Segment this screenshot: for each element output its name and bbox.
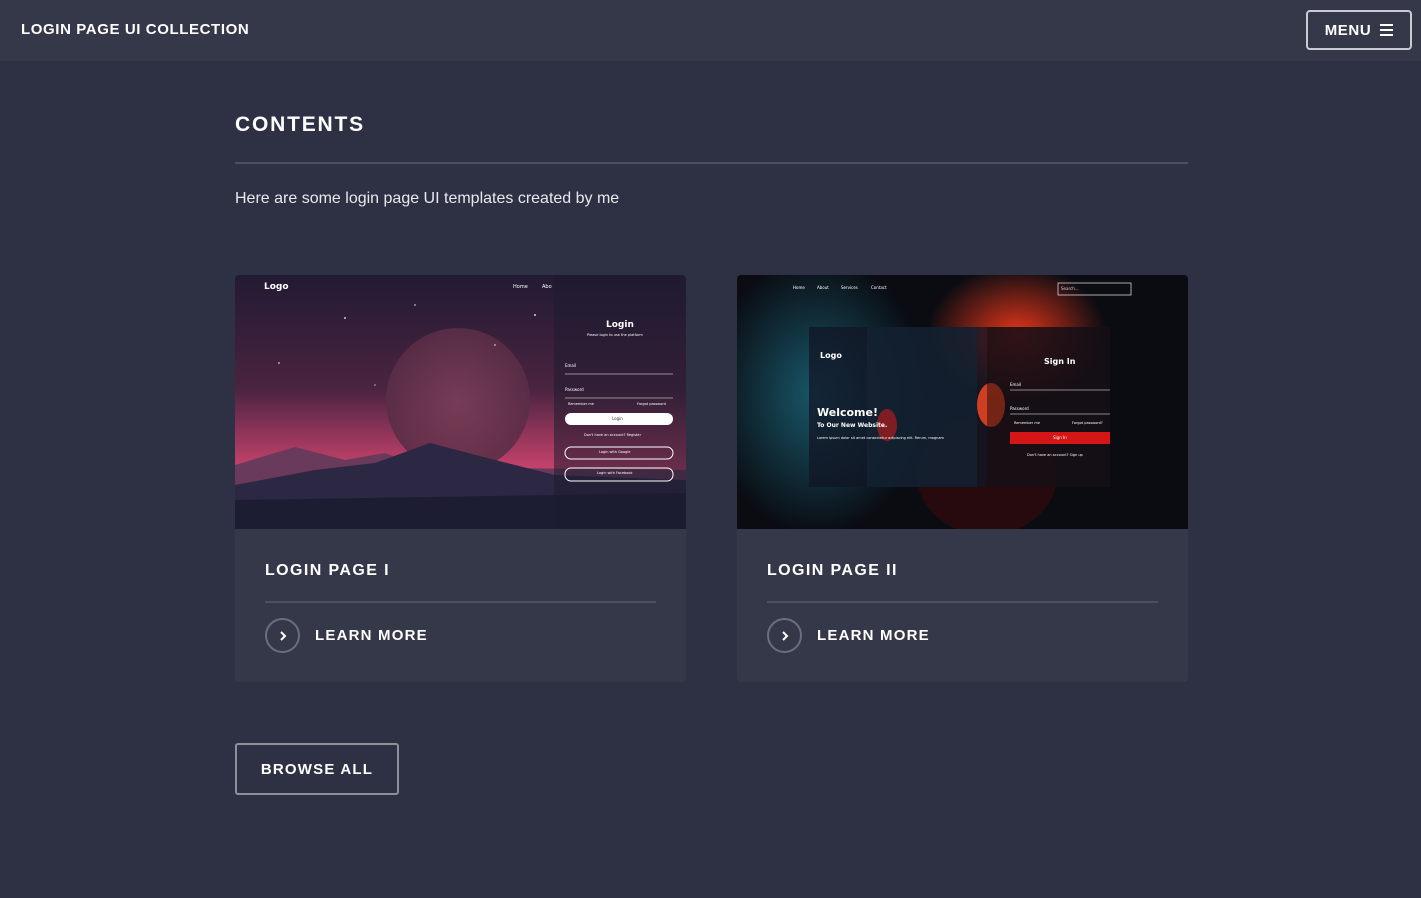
learn-more-label: LEARN MORE — [315, 627, 428, 644]
chevron-right-icon — [265, 618, 300, 653]
card-thumbnail[interactable]: Logo Home Abo Login Please login to use … — [235, 275, 686, 529]
section-divider — [235, 162, 1188, 164]
hamburger-icon — [1380, 24, 1394, 36]
learn-more-link[interactable]: LEARN MORE — [265, 618, 428, 653]
preview-body: Lorem ipsum dolor sit amet consectetur a… — [817, 436, 944, 440]
browse-all-button[interactable]: BROWSE ALL — [235, 743, 399, 795]
card-title[interactable]: LOGIN PAGE II — [767, 562, 898, 580]
site-title[interactable]: LOGIN PAGE UI COLLECTION — [21, 21, 249, 38]
preview-forgot: Forgot password — [637, 402, 666, 406]
card-divider — [265, 601, 656, 603]
chevron-right-icon — [767, 618, 802, 653]
preview-form-subtitle: Please login to use the platform — [587, 333, 643, 337]
preview-password-label: Password — [565, 387, 584, 392]
login-page-1-preview-image — [235, 275, 686, 529]
card-login-page-2: Home About Services Contact Search... Lo… — [737, 275, 1188, 682]
preview-form-title: Login — [606, 320, 634, 330]
top-navbar: LOGIN PAGE UI COLLECTION MENU — [0, 0, 1421, 61]
preview-submit: Sign In — [1053, 435, 1067, 440]
learn-more-link[interactable]: LEARN MORE — [767, 618, 930, 653]
preview-email-label: Email — [565, 363, 577, 368]
menu-button[interactable]: MENU — [1306, 10, 1412, 50]
card-divider — [767, 601, 1158, 603]
preview-welcome: Welcome! — [817, 406, 878, 419]
preview-remember: Remember me — [568, 402, 594, 406]
section-title: CONTENTS — [235, 113, 365, 136]
preview-remember: Remember me — [1014, 421, 1040, 425]
preview-form-title: Sign In — [1044, 357, 1076, 366]
preview-email-label: Email — [1010, 382, 1022, 387]
preview-logo: Logo — [820, 351, 842, 360]
preview-submit: Login — [612, 416, 623, 421]
preview-search: Search... — [1061, 286, 1079, 291]
preview-nav-home: Home — [793, 285, 805, 290]
preview-signup-prompt: Don't have an account? Register — [584, 433, 642, 437]
preview-signup-prompt: Don't have an account? Sign up — [1027, 453, 1083, 457]
preview-facebook: Login with Facebook — [597, 471, 633, 475]
menu-label: MENU — [1324, 21, 1372, 39]
preview-google: Login with Google — [599, 450, 631, 454]
card-title[interactable]: LOGIN PAGE I — [265, 562, 390, 580]
preview-password-label: Password — [1010, 406, 1029, 411]
login-page-2-preview-image — [737, 275, 1188, 529]
preview-nav-services: Services — [841, 285, 858, 290]
preview-logo: Logo — [264, 282, 289, 292]
preview-nav-about: Abo — [542, 284, 552, 290]
preview-nav-about: About — [817, 285, 829, 290]
learn-more-label: LEARN MORE — [817, 627, 930, 644]
intro-text: Here are some login page UI templates cr… — [235, 190, 620, 207]
preview-nav-home: Home — [513, 284, 528, 290]
preview-nav-contact: Contact — [871, 285, 887, 290]
card-login-page-1: Logo Home Abo Login Please login to use … — [235, 275, 686, 682]
preview-welcome-sub: To Our New Website. — [817, 422, 888, 429]
preview-forgot: Forgot password? — [1072, 421, 1103, 425]
card-thumbnail[interactable]: Home About Services Contact Search... Lo… — [737, 275, 1188, 529]
